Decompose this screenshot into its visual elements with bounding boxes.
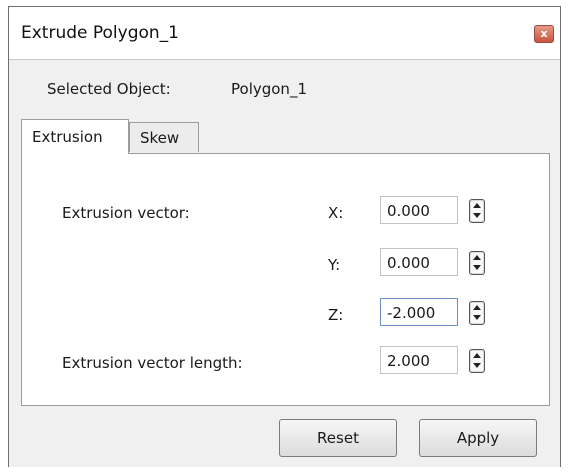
x-spin-up-icon[interactable] — [471, 201, 483, 211]
x-spin-down-icon[interactable] — [471, 211, 483, 221]
close-button[interactable]: x — [534, 25, 554, 43]
extrusion-vector-label: Extrusion vector: — [62, 204, 190, 222]
dialog-title: Extrude Polygon_1 — [21, 23, 179, 43]
selected-object-value: Polygon_1 — [231, 80, 307, 98]
z-value-input[interactable]: -2.000 — [380, 298, 458, 326]
extrusion-panel: Extrusion vector: X: 0.000 Y: 0.000 Z: -… — [21, 153, 550, 406]
z-spin-down-icon[interactable] — [471, 313, 483, 323]
selected-object-label: Selected Object: — [47, 80, 171, 98]
x-value-input[interactable]: 0.000 — [380, 196, 458, 224]
x-axis-label: X: — [328, 204, 344, 222]
y-axis-label: Y: — [328, 256, 341, 274]
z-axis-label: Z: — [328, 306, 344, 324]
y-value-input[interactable]: 0.000 — [380, 248, 458, 276]
button-bar: Reset Apply — [9, 407, 560, 467]
title-bar[interactable]: Extrude Polygon_1 x — [9, 7, 560, 60]
length-spinner[interactable] — [469, 349, 485, 373]
y-spinner[interactable] — [469, 251, 485, 275]
tab-skew[interactable]: Skew — [129, 122, 199, 152]
z-spin-up-icon[interactable] — [471, 303, 483, 313]
x-spinner[interactable] — [469, 199, 485, 223]
length-spin-down-icon[interactable] — [471, 361, 483, 371]
vector-length-input[interactable]: 2.000 — [380, 346, 458, 374]
reset-button[interactable]: Reset — [279, 419, 397, 457]
close-icon: x — [540, 27, 548, 40]
y-spin-down-icon[interactable] — [471, 263, 483, 273]
extrude-dialog: Extrude Polygon_1 x Selected Object: Pol… — [8, 6, 561, 467]
apply-button[interactable]: Apply — [419, 419, 537, 457]
length-spin-up-icon[interactable] — [471, 351, 483, 361]
y-spin-up-icon[interactable] — [471, 253, 483, 263]
tab-extrusion[interactable]: Extrusion — [21, 119, 129, 154]
selected-object-row: Selected Object: Polygon_1 — [9, 60, 560, 114]
z-spinner[interactable] — [469, 301, 485, 325]
vector-length-label: Extrusion vector length: — [62, 354, 243, 372]
